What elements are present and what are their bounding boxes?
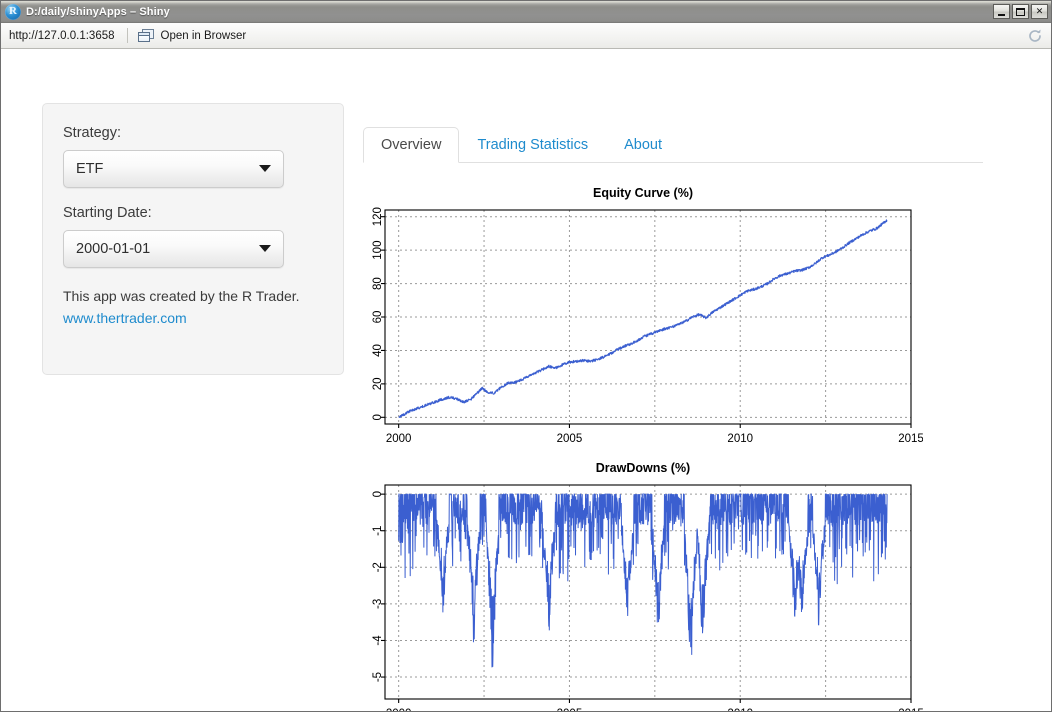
open-in-browser-button[interactable]: Open in Browser — [161, 30, 247, 42]
minimize-button[interactable] — [993, 4, 1010, 19]
chevron-down-icon — [259, 165, 271, 173]
svg-text:100: 100 — [372, 241, 384, 260]
browser-window-icon — [137, 28, 155, 43]
svg-text:40: 40 — [372, 344, 384, 357]
r-logo-icon — [5, 3, 21, 20]
toolbar-separator — [126, 28, 128, 43]
url-text: http://127.0.0.1:3658 — [9, 29, 115, 42]
equity-curve-plot: 0 20 40 60 80 100 120 2000 2005 2010 2015 — [372, 207, 923, 445]
window-title: D:/daily/shinyApps – Shiny — [26, 5, 170, 18]
tab-bar: Overview Trading Statistics About — [363, 126, 983, 163]
refresh-icon[interactable] — [1027, 28, 1043, 44]
strategy-select[interactable]: ETF — [63, 149, 284, 188]
svg-text:-3: -3 — [372, 599, 384, 609]
close-button[interactable]: ✕ — [1031, 4, 1048, 19]
close-icon: ✕ — [1035, 6, 1044, 16]
sidebar-note: This app was created by the R Trader. — [63, 287, 300, 304]
svg-text:2005: 2005 — [557, 708, 583, 711]
starting-date-select[interactable]: 2000-01-01 — [63, 229, 284, 268]
tab-overview[interactable]: Overview — [363, 126, 460, 163]
equity-curve-title: Equity Curve (%) — [592, 186, 693, 200]
svg-text:2015: 2015 — [898, 708, 923, 711]
svg-text:-5: -5 — [372, 672, 384, 682]
sidebar-panel: Strategy: ETF Starting Date: 2000-01-01 … — [42, 103, 344, 375]
thertrader-link[interactable]: www.thertrader.com — [63, 308, 323, 330]
equity-curve-chart: Equity Curve (%) 0 20 40 60 80 100 120 2000 2005… — [363, 184, 923, 452]
chevron-down-icon — [259, 245, 271, 253]
svg-text:20: 20 — [372, 377, 384, 390]
svg-text:-4: -4 — [372, 635, 384, 646]
drawdowns-chart: DrawDowns (%) 0 -1 -2 -3 -4 -5 2000 2005 2010 201… — [363, 459, 923, 711]
svg-text:-2: -2 — [372, 562, 384, 572]
drawdowns-plot: 0 -1 -2 -3 -4 -5 2000 2005 2010 2015 — [372, 484, 923, 711]
tab-trading-statistics[interactable]: Trading Statistics — [459, 127, 606, 164]
svg-text:80: 80 — [372, 277, 384, 290]
strategy-label: Strategy: — [63, 125, 122, 141]
content-area: Strategy: ETF Starting Date: 2000-01-01 … — [1, 49, 1051, 711]
app-window: D:/daily/shinyApps – Shiny ✕ http://127.… — [0, 0, 1052, 712]
svg-text:2005: 2005 — [557, 433, 583, 445]
svg-text:0: 0 — [372, 491, 384, 497]
title-bar: D:/daily/shinyApps – Shiny ✕ — [1, 1, 1051, 23]
window-buttons: ✕ — [993, 4, 1048, 19]
svg-text:2010: 2010 — [727, 433, 753, 445]
minimize-icon — [998, 13, 1005, 16]
starting-date-label: Starting Date: — [63, 204, 152, 221]
maximize-button[interactable] — [1012, 4, 1029, 19]
svg-text:60: 60 — [372, 311, 384, 324]
svg-text:0: 0 — [372, 414, 384, 420]
maximize-icon — [1016, 7, 1025, 16]
starting-date-select-value: 2000-01-01 — [76, 240, 151, 257]
svg-text:2000: 2000 — [386, 433, 412, 445]
strategy-select-value: ETF — [76, 160, 104, 177]
svg-text:120: 120 — [372, 207, 384, 226]
tab-about[interactable]: About — [606, 127, 680, 164]
svg-text:-1: -1 — [372, 526, 384, 536]
svg-text:2000: 2000 — [386, 708, 412, 711]
drawdowns-title: DrawDowns (%) — [595, 461, 691, 475]
svg-text:2015: 2015 — [898, 433, 923, 445]
svg-text:2010: 2010 — [727, 708, 753, 711]
toolbar: http://127.0.0.1:3658 Open in Browser — [1, 23, 1051, 49]
